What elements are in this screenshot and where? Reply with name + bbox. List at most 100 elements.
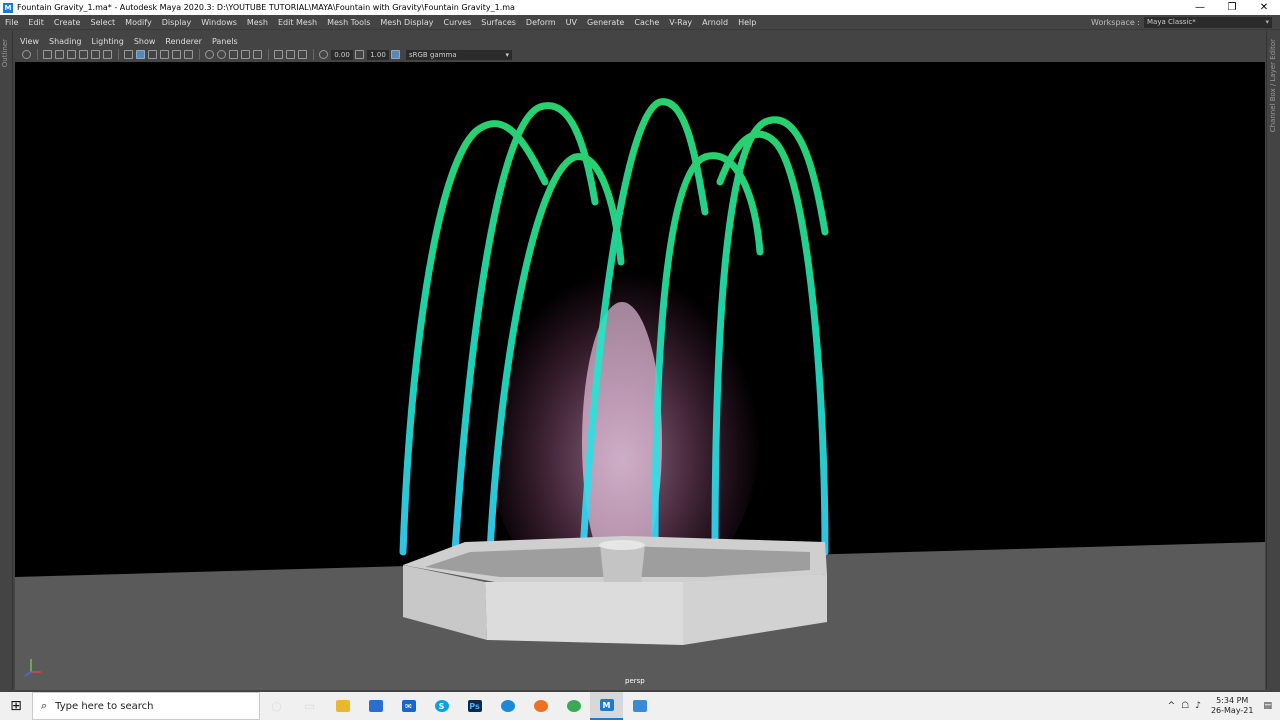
gamma-field[interactable]: 1.00 (367, 49, 389, 60)
menu-mesh-display[interactable]: Mesh Display (375, 15, 438, 30)
camera-attributes-icon[interactable] (43, 50, 52, 59)
image-plane-icon[interactable] (67, 50, 76, 59)
clock-date: 26-May-21 (1210, 706, 1254, 715)
file-explorer-icon[interactable] (326, 692, 359, 720)
volume-icon[interactable]: ♪ (1195, 701, 1201, 711)
search-placeholder: Type here to search (55, 700, 154, 712)
wireframe-on-shaded-icon[interactable] (148, 50, 157, 59)
channel-box-collapsed-panel[interactable]: Channel Box / Layer Editor (1266, 31, 1280, 689)
smooth-shade-icon[interactable] (136, 50, 145, 59)
firefox-icon[interactable] (524, 692, 557, 720)
panel-menu-view[interactable]: View (20, 37, 39, 46)
lights-icon[interactable] (172, 50, 181, 59)
panel-menu-shading[interactable]: Shading (49, 37, 82, 46)
menu-vray[interactable]: V-Ray (664, 15, 697, 30)
menu-edit[interactable]: Edit (23, 15, 49, 30)
menu-generate[interactable]: Generate (582, 15, 629, 30)
workspace-dropdown[interactable]: Maya Classic* ▾ (1144, 16, 1272, 28)
film-gate-icon[interactable] (103, 50, 112, 59)
wireframe-icon[interactable] (124, 50, 133, 59)
lock-camera-icon[interactable] (79, 50, 88, 59)
menu-display[interactable]: Display (157, 15, 197, 30)
panel-menu-lighting[interactable]: Lighting (91, 37, 123, 46)
perspective-viewport[interactable]: persp (15, 62, 1265, 690)
search-icon: ⌕ (41, 699, 48, 712)
select-camera-icon[interactable] (22, 50, 31, 59)
panel-menubar: View Shading Lighting Show Renderer Pane… (14, 36, 1265, 47)
menu-surfaces[interactable]: Surfaces (476, 15, 521, 30)
mail-icon[interactable]: ✉ (392, 692, 425, 720)
maya-app-icon: M (3, 2, 13, 13)
taskbar-search-box[interactable]: ⌕ Type here to search (32, 692, 260, 720)
camera-label: persp (625, 677, 645, 685)
cortana-icon[interactable]: ○ (260, 692, 293, 720)
edge-icon[interactable] (491, 692, 524, 720)
xray-joints-icon[interactable] (274, 50, 283, 59)
chevron-up-icon[interactable]: ^ (1168, 701, 1176, 711)
menu-arnold[interactable]: Arnold (697, 15, 733, 30)
window-controls: — ❐ ✕ (1184, 0, 1280, 15)
basin-front (485, 582, 683, 645)
scene-render (15, 98, 1265, 690)
xray-components-icon[interactable] (286, 50, 295, 59)
shadows-icon[interactable] (184, 50, 193, 59)
menu-uv[interactable]: UV (561, 15, 582, 30)
close-button[interactable]: ✕ (1248, 0, 1280, 15)
grid-icon[interactable] (91, 50, 100, 59)
skype-icon[interactable]: S (425, 692, 458, 720)
panel-menu-show[interactable]: Show (134, 37, 156, 46)
bookmark-icon[interactable] (55, 50, 64, 59)
toolbar-divider (268, 49, 269, 60)
outliner-tab[interactable]: Outliner (1, 39, 9, 67)
maya-icon[interactable]: M (590, 692, 623, 720)
chevron-down-icon: ▾ (1265, 17, 1269, 26)
minimize-button[interactable]: — (1184, 0, 1216, 15)
isolate-select-icon[interactable] (241, 50, 250, 59)
menu-edit-mesh[interactable]: Edit Mesh (273, 15, 322, 30)
channel-box-tab[interactable]: Channel Box / Layer Editor (1269, 39, 1277, 132)
remote-icon[interactable] (623, 692, 656, 720)
toolbar-divider (199, 49, 200, 60)
task-view-icon[interactable]: ▭ (293, 692, 326, 720)
menu-curves[interactable]: Curves (438, 15, 476, 30)
windows-taskbar: ⊞ ⌕ Type here to search ○ ▭ ✉ S Ps M ^ ☖… (0, 692, 1280, 720)
panel-menu-panels[interactable]: Panels (212, 37, 238, 46)
menu-file[interactable]: File (0, 15, 23, 30)
menu-cache[interactable]: Cache (629, 15, 664, 30)
gamma-icon[interactable] (355, 50, 364, 59)
chrome-icon[interactable] (557, 692, 590, 720)
panel-menu-renderer[interactable]: Renderer (165, 37, 202, 46)
textured-icon[interactable] (160, 50, 169, 59)
restore-button[interactable]: ❐ (1216, 0, 1248, 15)
clock[interactable]: 5:34 PM 26-May-21 (1211, 696, 1254, 716)
workspace-selector: Workspace : Maya Classic* ▾ (1091, 16, 1272, 28)
menu-mesh-tools[interactable]: Mesh Tools (322, 15, 375, 30)
view-transform-dropdown[interactable]: sRGB gamma ▾ (406, 49, 512, 60)
menu-deform[interactable]: Deform (521, 15, 561, 30)
menu-modify[interactable]: Modify (120, 15, 157, 30)
toolbar-divider (313, 49, 314, 60)
color-management-icon[interactable] (391, 50, 400, 59)
network-icon[interactable]: ☖ (1181, 701, 1189, 711)
anti-aliasing-icon[interactable] (229, 50, 238, 59)
workspace-value: Maya Classic* (1147, 17, 1196, 26)
xray-icon[interactable] (253, 50, 262, 59)
backface-culling-icon[interactable] (298, 50, 307, 59)
motion-blur-icon[interactable] (217, 50, 226, 59)
exposure-field[interactable]: 0.00 (331, 49, 353, 60)
ambient-occlusion-icon[interactable] (205, 50, 214, 59)
exposure-icon[interactable] (319, 50, 328, 59)
menu-mesh[interactable]: Mesh (242, 15, 273, 30)
menu-windows[interactable]: Windows (196, 15, 242, 30)
notification-icon[interactable]: ▤ (1263, 701, 1272, 711)
toolbar-divider (37, 49, 38, 60)
menu-select[interactable]: Select (85, 15, 120, 30)
menu-help[interactable]: Help (733, 15, 761, 30)
clock-time: 5:34 PM (1216, 696, 1249, 705)
menu-create[interactable]: Create (49, 15, 86, 30)
store-icon[interactable] (359, 692, 392, 720)
outliner-collapsed-panel[interactable]: Outliner (0, 31, 13, 689)
photoshop-icon[interactable]: Ps (458, 692, 491, 720)
windows-start-icon[interactable]: ⊞ (0, 692, 32, 720)
toolbar-divider (118, 49, 119, 60)
